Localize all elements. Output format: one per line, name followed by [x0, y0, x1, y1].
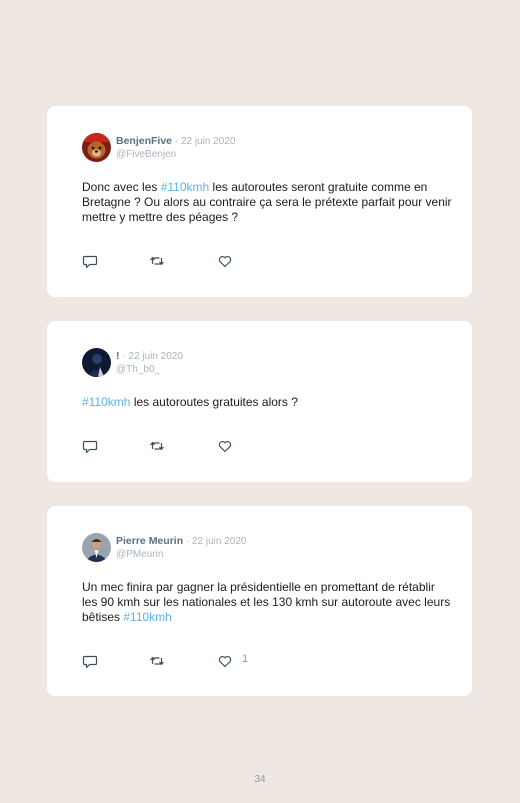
tweet-text: Un mec finira par gagner la présidentiel… — [82, 580, 452, 625]
dark-avatar-icon — [82, 348, 111, 377]
retweet-icon — [150, 256, 164, 266]
tweet-card: BenjenFive · 22 juin 2020 @FiveBenjen Do… — [47, 106, 472, 297]
reply-icon — [82, 255, 98, 269]
user-handle[interactable]: @FiveBenjen — [116, 149, 176, 160]
user-avatar[interactable] — [82, 348, 111, 377]
like-count: 1 — [242, 653, 249, 665]
tweet-meta: ! · 22 juin 2020 — [116, 350, 183, 362]
like-button[interactable] — [217, 253, 257, 269]
person-avatar-icon — [82, 533, 111, 562]
reply-button[interactable] — [82, 438, 98, 454]
user-name[interactable]: BenjenFive — [116, 135, 172, 147]
heart-icon — [218, 655, 232, 668]
tweet-actions — [82, 438, 282, 454]
tweet-text-part: les autoroutes gratuites alors ? — [130, 395, 298, 409]
heart-icon — [218, 255, 232, 268]
user-handle[interactable]: @Th_b0_ — [116, 364, 160, 375]
retweet-icon — [150, 656, 164, 666]
retweet-icon — [150, 441, 164, 451]
tweet-actions — [82, 253, 282, 269]
date-separator: · — [172, 136, 181, 147]
user-avatar[interactable] — [82, 133, 111, 162]
tweet-meta: BenjenFive · 22 juin 2020 — [116, 135, 235, 147]
like-button[interactable]: 1 — [217, 653, 257, 669]
tweet-card: Pierre Meurin · 22 juin 2020 @PMeurin Un… — [47, 506, 472, 696]
user-name[interactable]: Pierre Meurin — [116, 535, 183, 547]
page-number: 34 — [254, 774, 266, 785]
reply-button[interactable] — [82, 653, 98, 669]
retweet-button[interactable] — [149, 438, 165, 454]
tweet-date[interactable]: 22 juin 2020 — [192, 536, 247, 547]
tweet-actions: 1 — [82, 653, 282, 669]
hashtag-link[interactable]: #110kmh — [123, 610, 171, 624]
reply-icon — [82, 655, 98, 669]
tweet-text-part: Donc avec les — [82, 180, 161, 194]
tweet-date[interactable]: 22 juin 2020 — [181, 136, 236, 147]
hashtag-link[interactable]: #110kmh — [161, 180, 209, 194]
date-separator: · — [183, 536, 192, 547]
tweet-date[interactable]: 22 juin 2020 — [128, 351, 183, 362]
heart-icon — [218, 440, 232, 453]
tweet-text: #110kmh les autoroutes gratuites alors ? — [82, 395, 452, 410]
user-avatar[interactable] — [82, 533, 111, 562]
like-button[interactable] — [217, 438, 257, 454]
tweet-text: Donc avec les #110kmh les autoroutes ser… — [82, 180, 452, 225]
hashtag-link[interactable]: #110kmh — [82, 395, 130, 409]
reply-button[interactable] — [82, 253, 98, 269]
reply-icon — [82, 440, 98, 454]
retweet-button[interactable] — [149, 653, 165, 669]
dog-avatar-icon — [82, 133, 111, 162]
tweet-meta: Pierre Meurin · 22 juin 2020 — [116, 535, 247, 547]
retweet-button[interactable] — [149, 253, 165, 269]
tweet-card: ! · 22 juin 2020 @Th_b0_ #110kmh les aut… — [47, 321, 472, 482]
user-handle[interactable]: @PMeurin — [116, 549, 163, 560]
